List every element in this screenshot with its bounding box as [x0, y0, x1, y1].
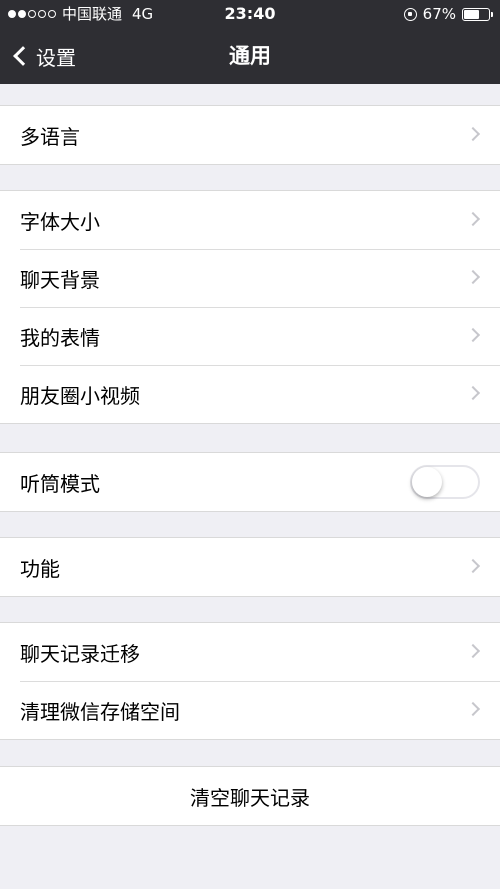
chat-background-row[interactable]: 聊天背景	[0, 249, 500, 307]
row-label: 聊天记录迁移	[20, 641, 140, 666]
language-row[interactable]: 多语言	[0, 106, 500, 164]
battery-percent: 67%	[422, 5, 456, 23]
battery-fill	[464, 9, 480, 19]
toggle-knob	[412, 467, 442, 497]
language-group: 多语言	[0, 105, 500, 165]
chevron-right-icon	[465, 126, 481, 142]
chevron-right-icon	[465, 211, 481, 227]
row-label: 字体大小	[20, 209, 100, 234]
page-title: 通用	[229, 44, 271, 68]
button-label: 清空聊天记录	[190, 785, 310, 810]
row-label: 朋友圈小视频	[20, 383, 140, 408]
status-bar: 中国联通 4G 23:40 67%	[0, 0, 500, 28]
row-label: 我的表情	[20, 325, 100, 350]
features-group: 功能	[0, 537, 500, 597]
clear-group: 清空聊天记录	[0, 766, 500, 826]
row-label: 聊天背景	[20, 267, 100, 292]
row-label: 多语言	[20, 124, 80, 149]
status-right: 67%	[403, 0, 493, 28]
moments-video-row[interactable]: 朋友圈小视频	[0, 365, 500, 423]
chevron-right-icon	[465, 701, 481, 717]
features-row[interactable]: 功能	[0, 538, 500, 596]
navigation-bar: 设置 通用	[0, 28, 500, 84]
row-label: 听筒模式	[20, 471, 100, 496]
rotation-lock-icon	[403, 7, 417, 21]
chevron-right-icon	[465, 558, 481, 574]
clear-chat-history-button[interactable]: 清空聊天记录	[0, 767, 500, 825]
chat-history-migration-row[interactable]: 聊天记录迁移	[0, 623, 500, 681]
row-label: 清理微信存储空间	[20, 699, 180, 724]
font-size-row[interactable]: 字体大小	[0, 191, 500, 249]
chevron-right-icon	[465, 385, 481, 401]
earpiece-mode-row: 听筒模式	[0, 453, 500, 511]
battery-icon	[462, 7, 493, 21]
row-label: 功能	[20, 556, 60, 581]
earpiece-mode-toggle[interactable]	[410, 465, 480, 499]
manage-storage-row[interactable]: 清理微信存储空间	[0, 681, 500, 739]
earpiece-group: 听筒模式	[0, 452, 500, 512]
chevron-right-icon	[465, 269, 481, 285]
chevron-right-icon	[465, 327, 481, 343]
display-group: 字体大小 聊天背景 我的表情 朋友圈小视频	[0, 190, 500, 424]
storage-group: 聊天记录迁移 清理微信存储空间	[0, 622, 500, 740]
my-stickers-row[interactable]: 我的表情	[0, 307, 500, 365]
chevron-right-icon	[465, 643, 481, 659]
